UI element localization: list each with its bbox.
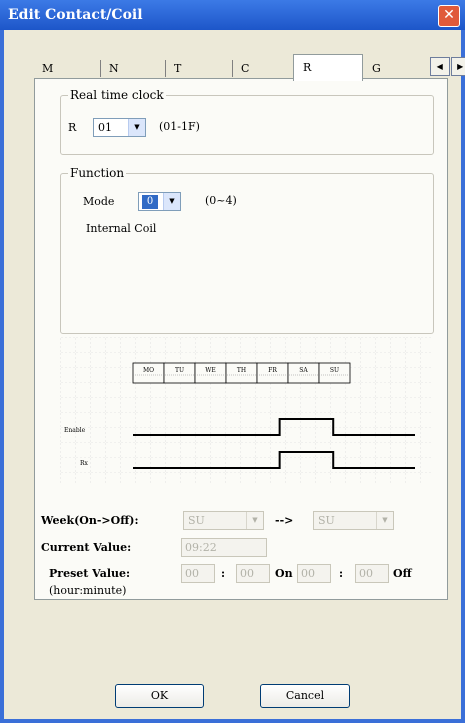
close-icon[interactable]: ✕	[438, 5, 460, 27]
tab-label: G	[372, 62, 381, 75]
on-time-colon: :	[221, 567, 226, 580]
day-label: SA	[299, 367, 308, 374]
r-value: 01	[98, 121, 112, 134]
title-bar[interactable]: Edit Contact/Coil ✕	[0, 0, 465, 30]
mode-range: (0~4)	[205, 194, 237, 207]
off-hour-field[interactable]: 00	[297, 564, 331, 583]
r-range: (01-1F)	[159, 120, 200, 133]
tab-g[interactable]: G	[364, 59, 424, 79]
chevron-down-icon[interactable]: ▼	[376, 512, 393, 529]
off-minute-field[interactable]: 00	[355, 564, 389, 583]
week-on-value: SU	[188, 514, 205, 527]
tab-strip: M N T C R G ◀ ▶	[34, 53, 465, 81]
scroll-left-icon[interactable]: ◀	[430, 57, 450, 76]
enable-label: Enable	[64, 427, 86, 434]
tab-t[interactable]: T	[166, 59, 233, 79]
on-hour-text: 00	[185, 567, 199, 580]
r-label: R	[68, 121, 77, 134]
week-arrow: -->	[275, 514, 294, 527]
week-off-select[interactable]: SU ▼	[313, 511, 394, 530]
off-time-colon: :	[339, 567, 344, 580]
week-off-value: SU	[318, 514, 335, 527]
preset-value-label: Preset Value:	[49, 567, 131, 580]
day-label: MO	[143, 367, 154, 374]
tab-label: M	[42, 62, 54, 75]
day-header-row: MO TU WE TH FR SA SU	[132, 362, 351, 384]
tab-r[interactable]: R	[293, 54, 363, 81]
day-label: SU	[330, 367, 339, 374]
week-on-select[interactable]: SU ▼	[183, 511, 264, 530]
on-minute-text: 00	[240, 567, 254, 580]
off-minute-text: 00	[359, 567, 373, 580]
mode-value: 0	[142, 195, 158, 209]
day-label: WE	[205, 367, 216, 374]
current-value-label: Current Value:	[41, 541, 132, 554]
diagram-grid	[60, 337, 432, 485]
dialog-title: Edit Contact/Coil	[8, 7, 143, 23]
timing-diagram: MO TU WE TH FR SA SU Enable Rx	[60, 337, 432, 485]
on-hour-field[interactable]: 00	[181, 564, 215, 583]
cancel-button[interactable]: Cancel	[260, 684, 350, 708]
tab-scroll: ◀ ▶	[430, 57, 465, 76]
tab-c[interactable]: C	[233, 59, 293, 79]
time-format-hint: (hour:minute)	[49, 584, 127, 597]
rtc-legend: Real time clock	[68, 88, 166, 102]
tab-label: C	[241, 62, 250, 75]
tab-label: T	[174, 62, 182, 75]
chevron-down-icon[interactable]: ▼	[128, 119, 145, 136]
day-label: TU	[175, 367, 184, 374]
chevron-down-icon[interactable]: ▼	[163, 193, 180, 210]
tab-label: R	[303, 61, 312, 74]
tab-n[interactable]: N	[101, 59, 166, 79]
off-label: Off	[393, 567, 412, 580]
mode-label: Mode	[83, 195, 115, 208]
day-label: TH	[237, 367, 246, 374]
chevron-down-icon[interactable]: ▼	[246, 512, 263, 529]
tab-label: N	[109, 62, 119, 75]
current-value-field[interactable]: 09:22	[181, 538, 267, 557]
dialog-window: Edit Contact/Coil ✕ M N T C R G ◀ ▶ Real…	[0, 0, 465, 723]
dialog-body: M N T C R G ◀ ▶ Real time clock R 01 ▼ (…	[4, 30, 465, 719]
rtc-group: Real time clock R 01 ▼ (01-1F)	[60, 88, 434, 155]
mode-description: Internal Coil	[86, 222, 157, 235]
function-legend: Function	[68, 166, 127, 180]
scroll-right-icon[interactable]: ▶	[450, 57, 465, 76]
ok-button[interactable]: OK	[115, 684, 204, 708]
mode-select[interactable]: 0 ▼	[138, 192, 181, 211]
tab-panel-r: Real time clock R 01 ▼ (01-1F) Function …	[34, 78, 448, 600]
rx-label: Rx	[80, 460, 89, 467]
current-value-text: 09:22	[185, 541, 217, 554]
function-group: Function Mode 0 ▼ (0~4) Internal Coil	[60, 166, 434, 334]
week-label: Week(On->Off):	[41, 514, 139, 527]
on-minute-field[interactable]: 00	[236, 564, 270, 583]
day-label: FR	[268, 367, 277, 374]
r-number-select[interactable]: 01 ▼	[93, 118, 146, 137]
off-hour-text: 00	[301, 567, 315, 580]
tab-m[interactable]: M	[34, 59, 101, 79]
on-label: On	[275, 567, 293, 580]
